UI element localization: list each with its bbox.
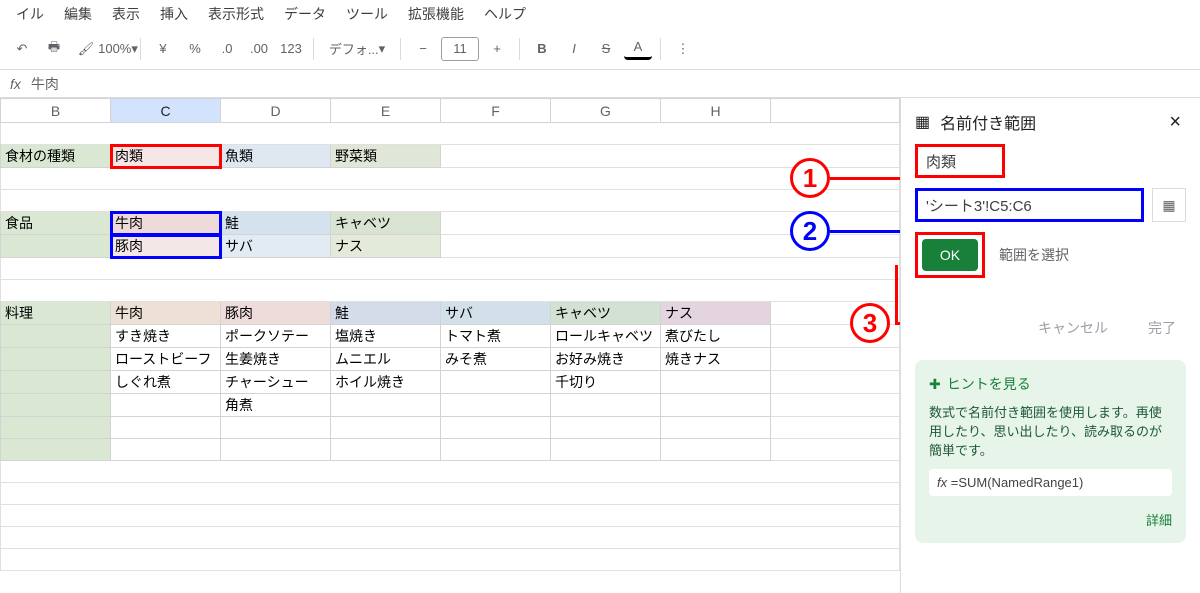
cell-c11[interactable]: ローストビーフ	[111, 348, 221, 371]
menu-view[interactable]: 表示	[104, 2, 148, 26]
cell-c6[interactable]: 豚肉	[111, 235, 221, 258]
cell-f10[interactable]: トマト煮	[441, 325, 551, 348]
decrease-decimal-button[interactable]: .0	[213, 35, 241, 63]
cell-g10[interactable]: ロールキャベツ	[551, 325, 661, 348]
col-header-h[interactable]: H	[661, 99, 771, 123]
percent-button[interactable]: %	[181, 35, 209, 63]
menu-edit[interactable]: 編集	[56, 2, 100, 26]
increase-decimal-button[interactable]: .00	[245, 35, 273, 63]
cell-c5[interactable]: 牛肉	[111, 212, 221, 235]
range-ref-input[interactable]: 'シート3'!C5:C6	[915, 188, 1144, 222]
named-range-panel: ▦ 名前付き範囲 × 肉類 'シート3'!C5:C6 ▦ OK 範囲を選択 キャ…	[900, 98, 1200, 593]
menu-format[interactable]: 表示形式	[200, 2, 272, 26]
annotation-2: 2	[790, 211, 830, 251]
range-select-button[interactable]: 範囲を選択	[999, 245, 1069, 265]
detail-link[interactable]: 詳細	[929, 510, 1172, 529]
italic-button[interactable]: I	[560, 35, 588, 63]
cell-d5[interactable]: 鮭	[221, 212, 331, 235]
cell-f9[interactable]: サバ	[441, 302, 551, 325]
col-header-b[interactable]: B	[1, 99, 111, 123]
hint-body: 数式で名前付き範囲を使用します。再使用したり、思い出したり、読み取るのが簡単です…	[929, 402, 1172, 459]
number-format-button[interactable]: 123	[277, 35, 305, 63]
cell-c12[interactable]: しぐれ煮	[111, 371, 221, 394]
cell-e5[interactable]: キャベツ	[331, 212, 441, 235]
menu-bar: イル 編集 表示 挿入 表示形式 データ ツール 拡張機能 ヘルプ	[0, 0, 1200, 28]
cell-d10[interactable]: ポークソテー	[221, 325, 331, 348]
formula-value[interactable]: 牛肉	[31, 74, 59, 94]
paint-format-icon[interactable]: 🖌	[72, 35, 100, 63]
col-header-d[interactable]: D	[221, 99, 331, 123]
cell-c9[interactable]: 牛肉	[111, 302, 221, 325]
cell-d6[interactable]: サバ	[221, 235, 331, 258]
menu-help[interactable]: ヘルプ	[476, 2, 534, 26]
cell-h11[interactable]: 焼きナス	[661, 348, 771, 371]
cell-g11[interactable]: お好み焼き	[551, 348, 661, 371]
col-header-c[interactable]: C	[111, 99, 221, 123]
hint-box: ✚ ヒントを見る 数式で名前付き範囲を使用します。再使用したり、思い出したり、読…	[915, 360, 1186, 543]
grid-icon: ▦	[915, 112, 930, 132]
cell-e11[interactable]: ムニエル	[331, 348, 441, 371]
more-icon[interactable]: ⋮	[669, 35, 697, 63]
spreadsheet-grid[interactable]: B C D E F G H 食材の種類 肉類 魚類 野菜類 食品 牛肉	[0, 98, 900, 593]
ok-button[interactable]: OK	[922, 239, 978, 271]
col-header-g[interactable]: G	[551, 99, 661, 123]
strike-button[interactable]: S	[592, 35, 620, 63]
done-button[interactable]: 完了	[1148, 318, 1176, 338]
font-decrease-button[interactable]: −	[409, 35, 437, 63]
select-range-icon[interactable]: ▦	[1152, 188, 1186, 222]
cell-c2[interactable]: 肉類	[111, 145, 221, 168]
formula-example: =SUM(NamedRange1)	[951, 475, 1084, 490]
menu-data[interactable]: データ	[276, 2, 334, 26]
cell-e2[interactable]: 野菜類	[331, 145, 441, 168]
zoom-dropdown[interactable]: 100% ▾	[104, 35, 132, 63]
cancel-button[interactable]: キャンセル	[1038, 318, 1108, 338]
text-color-button[interactable]: A	[624, 38, 652, 60]
cell-b2[interactable]: 食材の種類	[1, 145, 111, 168]
cell-g9[interactable]: キャベツ	[551, 302, 661, 325]
formula-bar: fx 牛肉	[0, 70, 1200, 98]
cell-e9[interactable]: 鮭	[331, 302, 441, 325]
menu-insert[interactable]: 挿入	[152, 2, 196, 26]
undo-icon[interactable]: ↶	[8, 35, 36, 63]
cell-d9[interactable]: 豚肉	[221, 302, 331, 325]
font-increase-button[interactable]: +	[483, 35, 511, 63]
cell-g12[interactable]: 千切り	[551, 371, 661, 394]
cell-c10[interactable]: すき焼き	[111, 325, 221, 348]
cell-d12[interactable]: チャーシュー	[221, 371, 331, 394]
col-header-e[interactable]: E	[331, 99, 441, 123]
bold-button[interactable]: B	[528, 35, 556, 63]
toolbar: ↶ 🖶 🖌 100% ▾ ¥ % .0 .00 123 デフォ... ▾ − 1…	[0, 28, 1200, 70]
menu-file[interactable]: イル	[8, 2, 52, 26]
annotation-3: 3	[850, 303, 890, 343]
font-size-input[interactable]: 11	[441, 37, 479, 61]
cell-h10[interactable]: 煮びたし	[661, 325, 771, 348]
fx-icon: fx	[10, 76, 21, 92]
cell-e10[interactable]: 塩焼き	[331, 325, 441, 348]
cell-e6[interactable]: ナス	[331, 235, 441, 258]
hint-title: ヒントを見る	[947, 374, 1031, 394]
font-dropdown[interactable]: デフォ... ▾	[322, 35, 392, 63]
cell-d2[interactable]: 魚類	[221, 145, 331, 168]
fx-hint-icon: fx	[937, 475, 947, 490]
cell-e12[interactable]: ホイル焼き	[331, 371, 441, 394]
col-header-f[interactable]: F	[441, 99, 551, 123]
cell-b5[interactable]: 食品	[1, 212, 111, 235]
menu-tools[interactable]: ツール	[338, 2, 396, 26]
close-icon[interactable]: ×	[1164, 111, 1186, 134]
cell-f11[interactable]: みそ煮	[441, 348, 551, 371]
panel-title: 名前付き範囲	[940, 110, 1036, 134]
range-name-input[interactable]: 肉類	[915, 144, 1005, 178]
cell-d13[interactable]: 角煮	[221, 394, 331, 417]
print-icon[interactable]: 🖶	[40, 35, 68, 63]
currency-button[interactable]: ¥	[149, 35, 177, 63]
cell-d11[interactable]: 生姜焼き	[221, 348, 331, 371]
plus-square-icon: ✚	[929, 376, 941, 393]
cell-b9[interactable]: 料理	[1, 302, 111, 325]
cell-h9[interactable]: ナス	[661, 302, 771, 325]
annotation-1: 1	[790, 158, 830, 198]
menu-extensions[interactable]: 拡張機能	[400, 2, 472, 26]
